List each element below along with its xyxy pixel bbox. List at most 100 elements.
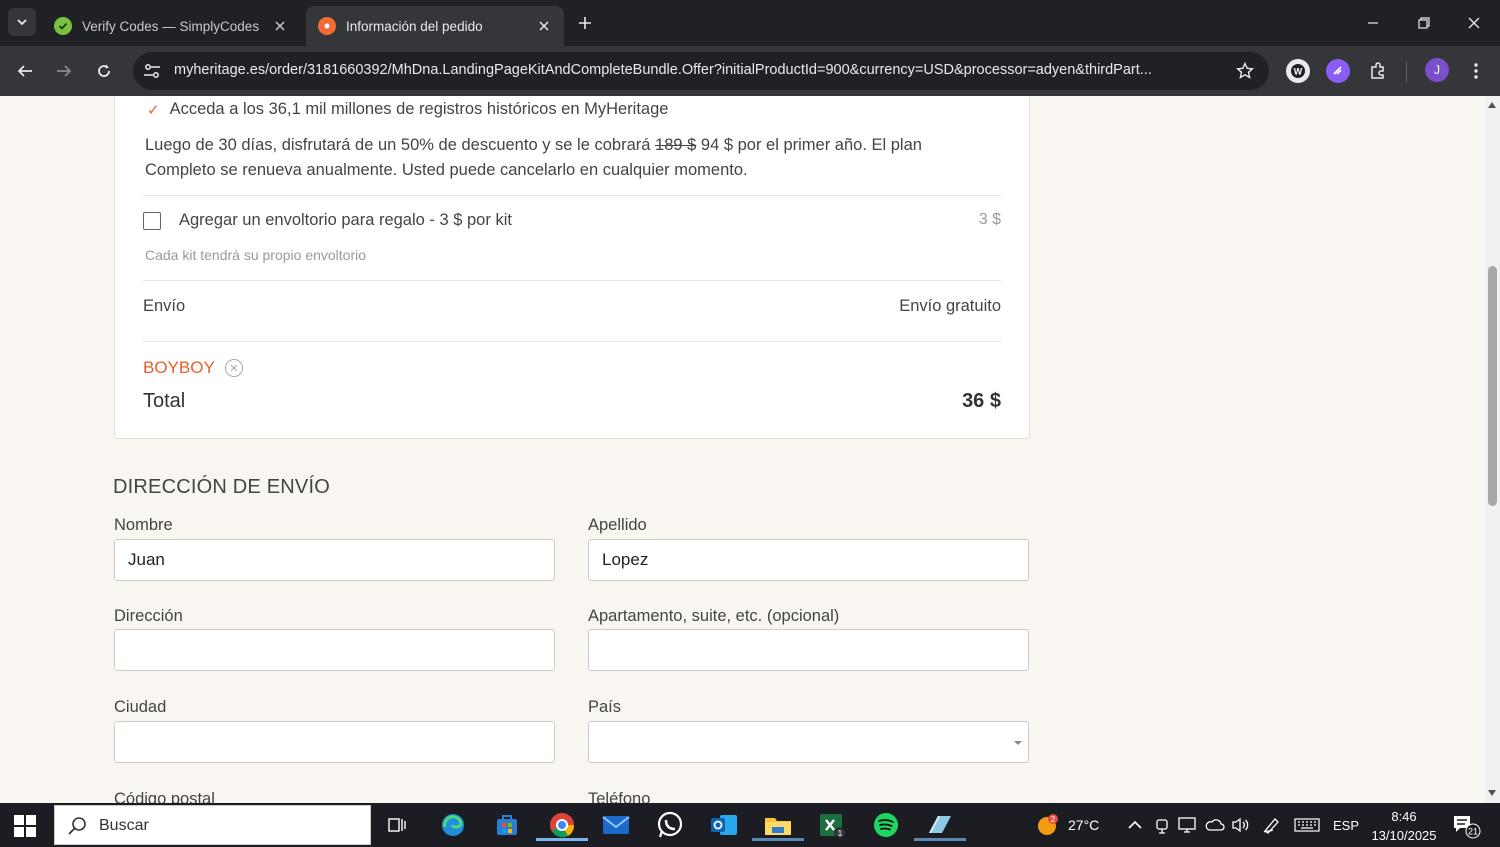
microsoft-store-icon[interactable] (491, 809, 523, 841)
file-explorer-icon[interactable] (752, 809, 804, 841)
close-window-button[interactable] (1459, 8, 1489, 38)
keyboard-icon[interactable] (1294, 815, 1320, 835)
divider (143, 280, 1001, 281)
volume-icon[interactable] (1231, 815, 1251, 835)
scroll-down-arrow-icon[interactable] (1488, 790, 1496, 796)
site-info-icon[interactable] (141, 61, 163, 81)
bookmark-star-icon[interactable] (1235, 61, 1255, 81)
close-tab-icon[interactable] (272, 18, 288, 34)
close-tab-icon[interactable] (536, 18, 552, 34)
arrow-right-icon (57, 65, 72, 77)
first-name-field[interactable] (114, 539, 555, 581)
taskbar-clock[interactable]: 8:46 13/10/2025 (1364, 807, 1444, 845)
tab-verify-codes[interactable]: Verify Codes — SimplyCodes (42, 6, 300, 46)
minimize-button[interactable] (1358, 8, 1388, 38)
total-label: Total (143, 390, 186, 412)
tab-title: Información del pedido (346, 18, 483, 34)
scroll-up-arrow-icon[interactable] (1488, 102, 1496, 108)
active-app-indicator (752, 838, 804, 841)
extension-purple-icon[interactable] (1326, 59, 1350, 83)
chrome-icon[interactable] (536, 809, 588, 841)
last-name-field[interactable] (588, 539, 1029, 581)
outlook-icon[interactable] (708, 809, 740, 841)
gift-wrap-row: Agregar un envoltorio para regalo - 3 $ … (143, 210, 1001, 234)
mail-icon[interactable] (600, 809, 632, 841)
scrollbar-thumb[interactable] (1488, 266, 1497, 506)
taskbar-search-box[interactable]: Buscar (54, 805, 371, 845)
weather-badge: 2 (1051, 815, 1056, 824)
whatsapp-icon[interactable] (654, 809, 686, 841)
shipping-address-title: DIRECCIÓN DE ENVÍO (113, 476, 330, 498)
tab-search-button[interactable] (8, 8, 36, 36)
plus-icon (579, 17, 591, 29)
order-summary-card: ✓ Acceda a los 36,1 mil millones de regi… (114, 96, 1030, 439)
address-bar[interactable]: myheritage.es/order/3181660392/MhDna.Lan… (133, 52, 1269, 90)
url-text: myheritage.es/order/3181660392/MhDna.Lan… (174, 62, 1152, 78)
apartment-label: Apartamento, suite, etc. (opcional) (588, 607, 840, 625)
tab-order-info[interactable]: Información del pedido (306, 6, 564, 46)
more-vertical-icon (1474, 63, 1478, 79)
weather-temperature[interactable]: 27°C (1068, 817, 1099, 833)
divider (143, 341, 1001, 342)
checkmark-icon: ✓ (147, 101, 160, 119)
new-tab-button[interactable] (572, 10, 598, 36)
total-value: 36 $ (962, 390, 1001, 412)
remove-coupon-icon[interactable]: ✕ (224, 359, 243, 377)
coupon-code: BOYBOY (143, 358, 215, 377)
reload-icon (98, 64, 110, 77)
excel-badge: 1 (838, 829, 843, 838)
start-button[interactable] (14, 815, 36, 837)
notification-center-icon[interactable]: 21 (1452, 813, 1482, 839)
address-field[interactable] (114, 629, 555, 671)
task-view-icon[interactable] (381, 809, 413, 841)
coupon-row: BOYBOY ✕ (143, 358, 243, 378)
search-icon (68, 817, 86, 835)
forward-button[interactable] (49, 56, 79, 86)
renewal-text-start: Luego de 30 días, disfrutará de un 50% d… (145, 136, 656, 154)
browser-menu-button[interactable] (1461, 56, 1491, 86)
svg-text:W: W (1294, 67, 1303, 77)
input-language[interactable]: ESP (1333, 818, 1359, 833)
search-placeholder: Buscar (99, 817, 149, 834)
minimize-icon (1368, 22, 1378, 24)
network-icon[interactable] (1178, 815, 1198, 835)
back-button[interactable] (10, 56, 40, 86)
postal-code-label: Código postal (114, 790, 215, 803)
extension-w-icon[interactable]: W (1286, 59, 1310, 83)
reload-button[interactable] (89, 56, 119, 86)
browser-toolbar: myheritage.es/order/3181660392/MhDna.Lan… (0, 46, 1500, 96)
meet-now-icon[interactable] (1152, 815, 1172, 835)
extensions-puzzle-icon[interactable] (1366, 59, 1390, 83)
shipping-label: Envío (143, 297, 186, 315)
address-label: Dirección (114, 607, 183, 625)
excel-icon[interactable]: 1 (816, 809, 848, 841)
gift-wrap-label[interactable]: Agregar un envoltorio para regalo - 3 $ … (179, 211, 512, 230)
divider (143, 195, 1001, 196)
onedrive-icon[interactable] (1205, 815, 1225, 835)
app-blue-icon[interactable] (914, 809, 966, 841)
page-scrollbar[interactable] (1485, 96, 1500, 803)
city-field[interactable] (114, 721, 555, 763)
phone-label: Teléfono (588, 790, 651, 803)
weather-icon[interactable]: 2 (1036, 813, 1060, 837)
dropdown-caret-icon (1014, 741, 1022, 745)
restore-icon (1418, 17, 1430, 29)
show-hidden-icons-chevron-icon[interactable] (1125, 815, 1145, 835)
first-name-label: Nombre (114, 516, 173, 534)
apartment-field[interactable] (588, 629, 1029, 671)
gift-wrap-checkbox[interactable] (143, 212, 161, 230)
last-name-label: Apellido (588, 516, 647, 534)
spotify-icon[interactable] (870, 809, 902, 841)
city-label: Ciudad (114, 698, 167, 716)
restore-button[interactable] (1409, 8, 1439, 38)
edge-browser-icon[interactable] (437, 809, 469, 841)
country-select[interactable] (588, 721, 1029, 763)
active-app-indicator (914, 838, 966, 841)
country-label: País (588, 698, 622, 716)
profile-avatar[interactable]: J (1425, 58, 1449, 82)
close-icon (1468, 17, 1480, 29)
pen-icon[interactable] (1262, 815, 1282, 835)
gift-wrap-price: 3 $ (978, 211, 1001, 228)
shipping-value: Envío gratuito (899, 297, 1001, 315)
windows-taskbar: Buscar 1 2 27°C ESP 8:46 13/10/2025 21 (0, 803, 1500, 847)
